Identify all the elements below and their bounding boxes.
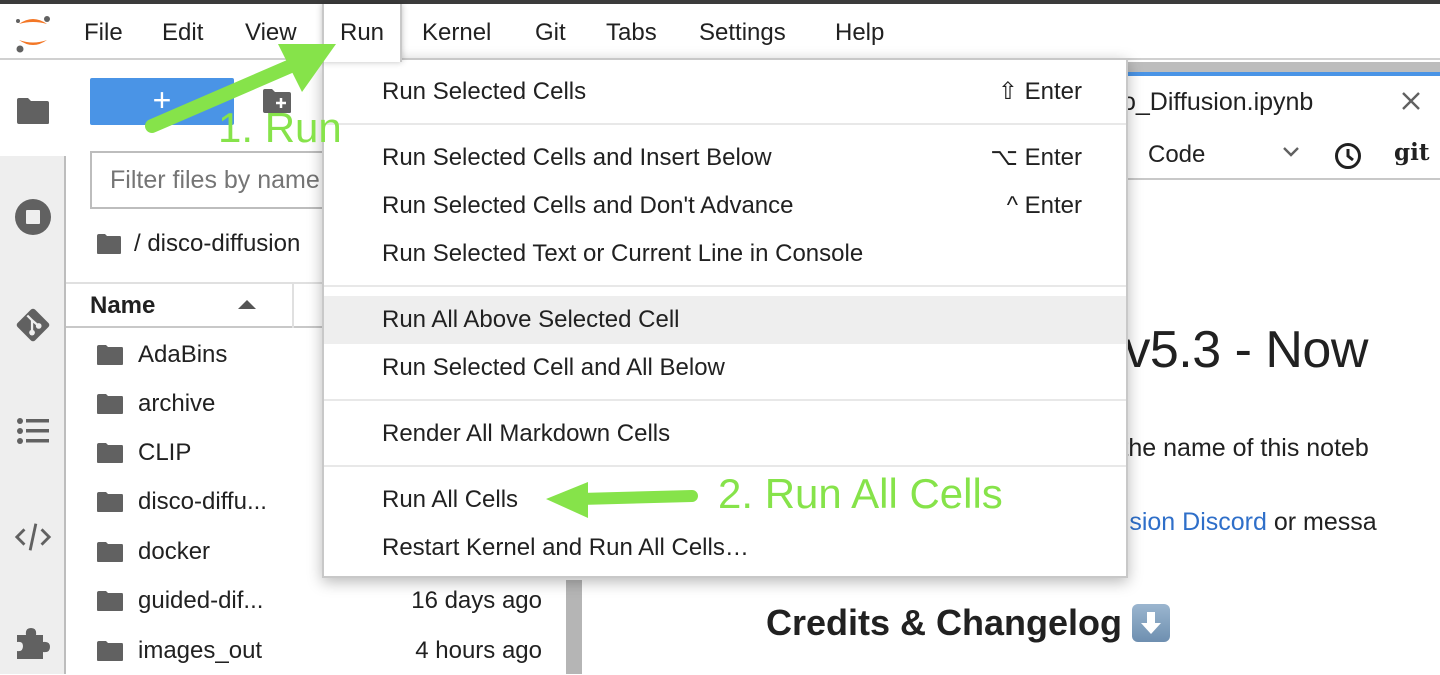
folder-icon [97, 591, 123, 611]
menu-item-run-all-below[interactable]: Run Selected Cell and All Below [324, 344, 1126, 392]
menu-item-run-dont-advance[interactable]: Run Selected Cells and Don't Advance ^ E… [324, 182, 1126, 230]
menu-separator [324, 399, 1126, 401]
menu-item-label: Run All Cells [382, 486, 519, 513]
menu-item-shortcut: ^ Enter [1006, 192, 1082, 219]
menu-view[interactable]: View [229, 4, 313, 60]
git-toolbar-button[interactable]: git [1394, 130, 1429, 176]
git-icon[interactable] [14, 306, 52, 344]
menu-item-label: Run All Above Selected Cell [382, 306, 680, 333]
menu-edit[interactable]: Edit [146, 4, 219, 60]
new-launcher-button[interactable]: + [90, 78, 234, 125]
file-browser-scrollbar[interactable] [566, 580, 582, 674]
notebook-tab[interactable]: o_Diffusion.ipynb [1122, 72, 1440, 132]
annotation-step-1: 1. Run [218, 104, 342, 151]
menu-kernel[interactable]: Kernel [406, 4, 507, 60]
file-row[interactable]: images_out 4 hours ago [66, 626, 566, 675]
chevron-down-icon[interactable] [1282, 146, 1300, 158]
stop-circle-icon[interactable] [14, 198, 52, 236]
file-name: CLIP [138, 439, 192, 466]
menu-item-label: Run Selected Cells [382, 78, 587, 105]
file-modified: 16 days ago [411, 587, 542, 614]
notebook-paragraph: s the name of this noteb [1102, 434, 1369, 462]
folder-icon[interactable] [14, 92, 52, 130]
down-arrow-emoji-icon [1132, 604, 1171, 642]
folder-icon [97, 443, 123, 463]
menubar: File Edit View Run Kernel Git Tabs Setti… [0, 4, 1440, 62]
breadcrumb-path[interactable]: / disco-diffusion [134, 230, 300, 258]
column-divider[interactable] [292, 284, 294, 328]
clock-icon[interactable] [1334, 142, 1362, 170]
file-row[interactable]: guided-dif... 16 days ago [66, 576, 566, 625]
cell-type-select[interactable]: Code [1148, 130, 1328, 180]
menu-item-shortcut: ⇧ Enter [997, 78, 1082, 105]
menu-item-run-and-insert-below[interactable]: Run Selected Cells and Insert Below ⌥ En… [324, 134, 1126, 182]
jupyter-logo-icon [16, 16, 50, 53]
extension-puzzle-icon[interactable] [14, 624, 52, 662]
home-folder-icon[interactable] [96, 233, 122, 255]
file-name: AdaBins [138, 341, 228, 368]
file-name: images_out [138, 637, 263, 664]
menu-separator [324, 465, 1126, 467]
notebook-toolbar: Code git [1122, 130, 1440, 180]
menu-item-label: Run Selected Cell and All Below [382, 354, 725, 381]
column-name-header[interactable]: Name [90, 284, 155, 328]
paragraph-text: or messa [1266, 508, 1377, 536]
menu-item-label: Restart Kernel and Run All Cells… [382, 534, 749, 561]
menu-item-run-all-above[interactable]: Run All Above Selected Cell [324, 296, 1126, 344]
sort-ascending-icon [238, 300, 256, 309]
table-of-contents-icon[interactable] [14, 412, 52, 450]
menu-help[interactable]: Help [819, 4, 900, 60]
folder-icon [97, 345, 123, 365]
file-name: disco-diffu... [138, 488, 267, 515]
credits-heading: Credits & Changelog [766, 602, 1171, 644]
menu-item-run-text-in-console[interactable]: Run Selected Text or Current Line in Con… [324, 230, 1126, 278]
menu-item-label: Run Selected Cells and Don't Advance [382, 192, 794, 219]
notebook-paragraph: ffusion Discord or messa [1102, 508, 1377, 537]
menu-separator [324, 123, 1126, 125]
file-name: guided-dif... [138, 587, 264, 614]
close-icon[interactable] [1400, 90, 1422, 112]
credits-heading-text: Credits & Changelog [766, 602, 1123, 643]
menu-item-label: Run Selected Text or Current Line in Con… [382, 240, 864, 267]
menu-run[interactable]: Run [322, 4, 403, 62]
code-icon[interactable] [14, 518, 52, 556]
menu-item-shortcut: ⌥ Enter [990, 144, 1082, 171]
menu-item-render-markdown[interactable]: Render All Markdown Cells [324, 410, 1126, 458]
file-name: docker [138, 538, 211, 565]
annotation-step-2: 2. Run All Cells [718, 470, 1003, 517]
menu-tabs[interactable]: Tabs [590, 4, 673, 60]
menu-git[interactable]: Git [519, 4, 582, 60]
menu-separator [324, 285, 1126, 287]
folder-icon [97, 394, 123, 414]
folder-icon [97, 641, 123, 661]
file-name: archive [138, 390, 216, 417]
breadcrumb: / disco-diffusion [96, 227, 300, 261]
folder-icon [97, 542, 123, 562]
tab-title: o_Diffusion.ipynb [1122, 88, 1314, 116]
menu-file[interactable]: File [68, 4, 139, 60]
menu-settings[interactable]: Settings [683, 4, 802, 60]
menu-item-run-selected-cells[interactable]: Run Selected Cells ⇧ Enter [324, 68, 1126, 116]
file-modified: 4 hours ago [415, 637, 542, 664]
menu-item-label: Render All Markdown Cells [382, 420, 671, 447]
folder-icon [97, 492, 123, 512]
left-activity-bar [0, 62, 68, 674]
menu-item-label: Run Selected Cells and Insert Below [382, 144, 772, 171]
menu-item-restart-and-run-all[interactable]: Restart Kernel and Run All Cells… [324, 524, 1126, 572]
